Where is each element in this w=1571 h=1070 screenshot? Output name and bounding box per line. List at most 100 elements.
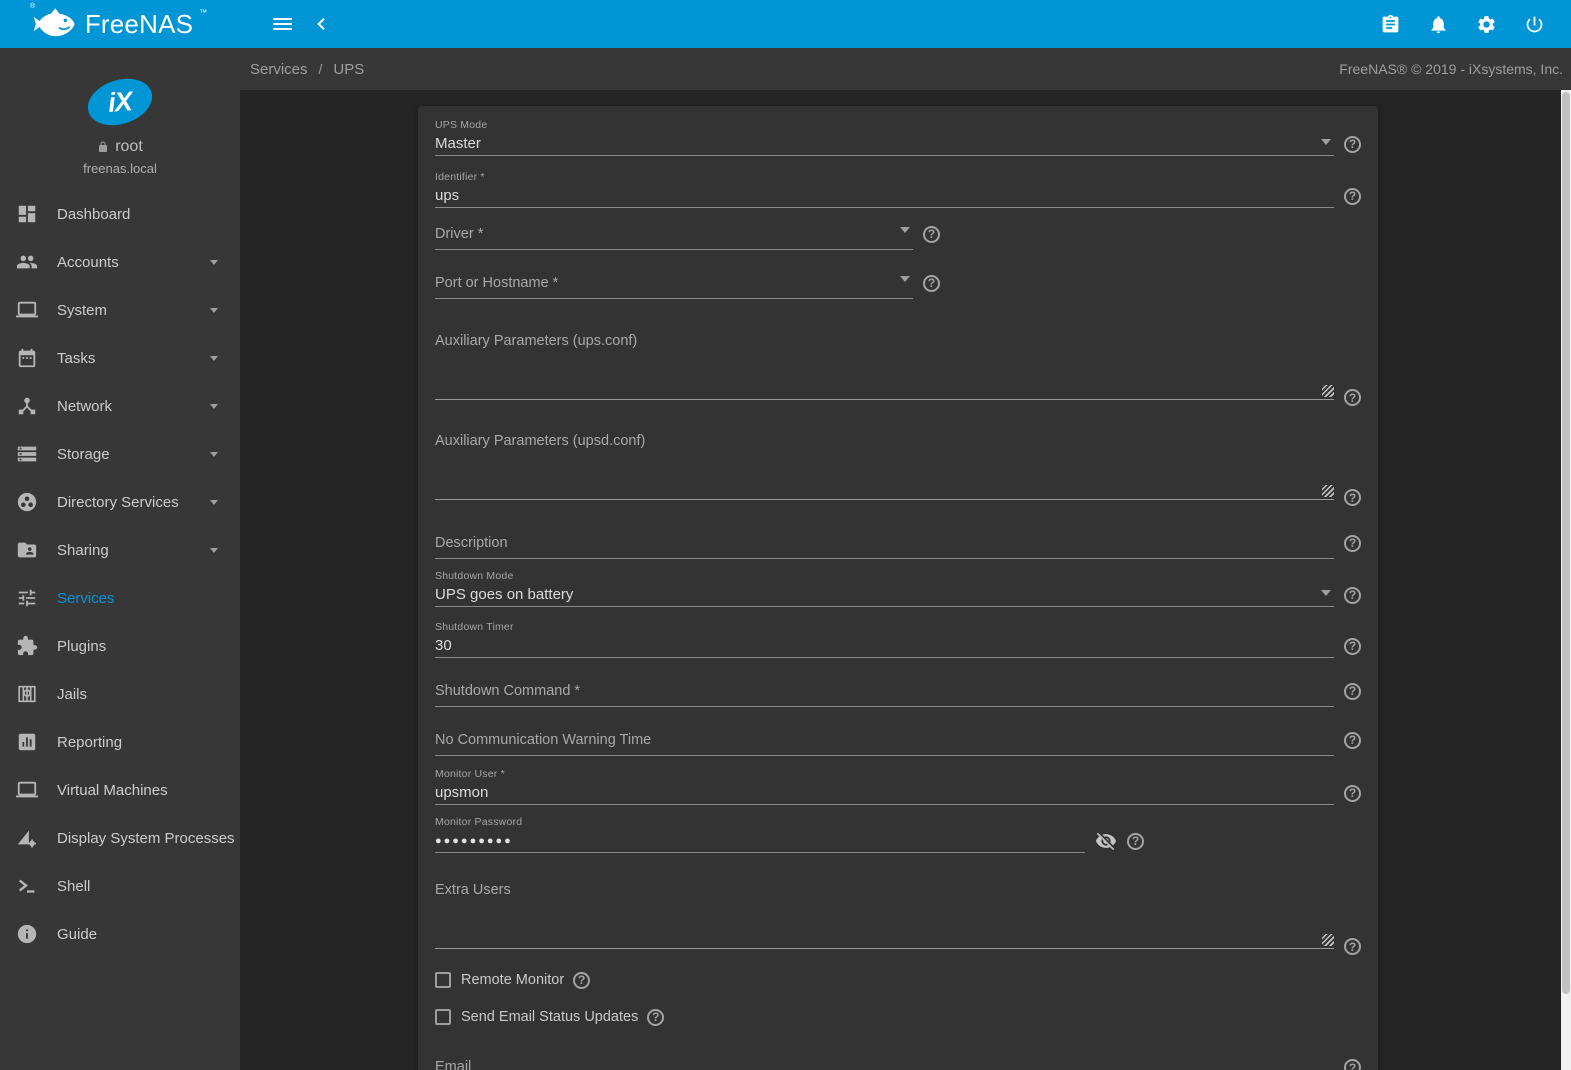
field-port: Port or Hostname * ? xyxy=(435,267,1361,299)
sidebar-item-directory-services[interactable]: Directory Services xyxy=(0,478,240,526)
sidebar-item-services[interactable]: Services xyxy=(0,574,240,622)
power-icon xyxy=(1524,14,1545,35)
aux-upsd-conf-textarea[interactable] xyxy=(435,450,1334,500)
ups-config-card: UPS Mode Master ? Identifier * ups ? xyxy=(418,106,1378,1070)
shutdown-mode-select[interactable]: UPS goes on battery xyxy=(435,583,1334,607)
driver-combobox[interactable]: Driver * xyxy=(435,218,913,250)
help-icon[interactable]: ? xyxy=(1344,683,1361,700)
field-monitor-user: Monitor User * upsmon ? xyxy=(435,768,1361,805)
monitor-user-input[interactable]: upsmon xyxy=(435,781,1334,805)
field-identifier: Identifier * ups ? xyxy=(435,171,1361,208)
ups-mode-select[interactable]: Master xyxy=(435,132,1334,156)
collapse-sidenav-button[interactable] xyxy=(302,0,342,48)
field-nocomm-warning-time: No Communication Warning Time ? xyxy=(435,724,1361,756)
dropdown-arrow-icon xyxy=(900,227,910,233)
field-label: Shutdown Mode xyxy=(435,570,1361,583)
help-icon[interactable]: ? xyxy=(923,226,940,243)
hamburger-icon xyxy=(273,15,292,33)
dropdown-arrow-icon xyxy=(1321,590,1331,596)
resize-handle-icon[interactable] xyxy=(1322,934,1334,946)
bar-chart-icon xyxy=(15,730,39,754)
expand-arrow-icon xyxy=(210,356,218,361)
laptop-icon xyxy=(15,298,39,322)
chevron-left-icon xyxy=(314,16,330,32)
calendar-icon xyxy=(15,346,39,370)
port-combobox[interactable]: Port or Hostname * xyxy=(435,267,913,299)
help-icon[interactable]: ? xyxy=(1344,638,1361,655)
task-manager-button[interactable] xyxy=(1379,0,1401,48)
aux-ups-conf-textarea[interactable] xyxy=(435,350,1334,400)
help-icon[interactable]: ? xyxy=(1344,489,1361,506)
help-icon[interactable]: ? xyxy=(573,972,590,989)
puzzle-icon xyxy=(15,634,39,658)
email-input[interactable]: Email xyxy=(435,1056,1334,1070)
nocomm-warning-input[interactable]: No Communication Warning Time xyxy=(435,724,1334,756)
system-processes-icon xyxy=(15,826,39,850)
shutdown-timer-input[interactable]: 30 xyxy=(435,634,1334,658)
field-send-email-status: Send Email Status Updates ? xyxy=(435,1006,1361,1028)
content-area: UPS Mode Master ? Identifier * ups ? xyxy=(240,90,1571,1070)
help-icon[interactable]: ? xyxy=(1344,785,1361,802)
help-icon[interactable]: ? xyxy=(1344,587,1361,604)
breadcrumb-bar: Services / UPS FreeNAS® © 2019 - iXsyste… xyxy=(240,48,1571,90)
field-ups-mode: UPS Mode Master ? xyxy=(435,119,1361,156)
shutdown-command-input[interactable]: Shutdown Command * xyxy=(435,675,1334,707)
power-button[interactable] xyxy=(1523,0,1545,48)
jail-icon xyxy=(15,682,39,706)
brand-text: FreeNAS xyxy=(85,9,193,40)
help-icon[interactable]: ? xyxy=(1344,535,1361,552)
menu-button[interactable] xyxy=(262,0,302,48)
sidebar-item-network[interactable]: Network xyxy=(0,382,240,430)
toggle-password-visibility-button[interactable] xyxy=(1095,830,1117,852)
sidebar-item-dashboard[interactable]: Dashboard xyxy=(0,190,240,238)
scrollbar-thumb[interactable] xyxy=(1562,92,1570,994)
sidebar-item-shell[interactable]: Shell xyxy=(0,862,240,910)
help-icon[interactable]: ? xyxy=(1127,833,1144,850)
help-icon[interactable]: ? xyxy=(1344,1059,1361,1070)
extra-users-textarea[interactable] xyxy=(435,899,1334,949)
sidebar-item-storage[interactable]: Storage xyxy=(0,430,240,478)
sidebar-item-tasks[interactable]: Tasks xyxy=(0,334,240,382)
field-label: Monitor Password xyxy=(435,816,1361,829)
help-icon[interactable]: ? xyxy=(1344,136,1361,153)
send-email-checkbox[interactable] xyxy=(435,1009,451,1025)
lock-icon xyxy=(97,140,109,154)
eye-off-icon xyxy=(1095,830,1117,852)
sidebar-item-jails[interactable]: Jails xyxy=(0,670,240,718)
sidebar-item-guide[interactable]: Guide xyxy=(0,910,240,958)
resize-handle-icon[interactable] xyxy=(1322,485,1334,497)
help-icon[interactable]: ? xyxy=(923,275,940,292)
info-icon xyxy=(15,922,39,946)
help-icon[interactable]: ? xyxy=(1344,732,1361,749)
help-icon[interactable]: ? xyxy=(647,1009,664,1026)
masked-password: ●●●●●●●●● xyxy=(435,835,513,847)
field-remote-monitor: Remote Monitor ? xyxy=(435,969,1361,991)
expand-arrow-icon xyxy=(210,452,218,457)
sidebar-item-display-system-processes[interactable]: Display System Processes xyxy=(0,814,240,862)
sidebar-item-accounts[interactable]: Accounts xyxy=(0,238,240,286)
app-header: ® FreeNAS ™ xyxy=(0,0,1571,48)
expand-arrow-icon xyxy=(210,500,218,505)
settings-button[interactable] xyxy=(1475,0,1497,48)
help-icon[interactable]: ? xyxy=(1344,389,1361,406)
storage-icon xyxy=(15,442,39,466)
scrollbar[interactable] xyxy=(1561,90,1571,1070)
help-icon[interactable]: ? xyxy=(1344,938,1361,955)
dropdown-arrow-icon xyxy=(1321,139,1331,145)
help-icon[interactable]: ? xyxy=(1344,188,1361,205)
monitor-password-input[interactable]: ●●●●●●●●● xyxy=(435,829,1085,853)
sidebar-item-system[interactable]: System xyxy=(0,286,240,334)
identifier-input[interactable]: ups xyxy=(435,184,1334,208)
notifications-button[interactable] xyxy=(1427,0,1449,48)
field-extra-users: Extra Users ? xyxy=(435,882,1361,949)
remote-monitor-checkbox[interactable] xyxy=(435,972,451,988)
sidebar-item-virtual-machines[interactable]: Virtual Machines xyxy=(0,766,240,814)
sidebar-item-reporting[interactable]: Reporting xyxy=(0,718,240,766)
sidebar-item-plugins[interactable]: Plugins xyxy=(0,622,240,670)
description-input[interactable]: Description xyxy=(435,527,1334,559)
sidebar-item-sharing[interactable]: Sharing xyxy=(0,526,240,574)
breadcrumb-services[interactable]: Services xyxy=(250,61,308,78)
field-driver: Driver * ? xyxy=(435,218,1361,250)
field-label: Monitor User * xyxy=(435,768,1361,781)
resize-handle-icon[interactable] xyxy=(1322,385,1334,397)
